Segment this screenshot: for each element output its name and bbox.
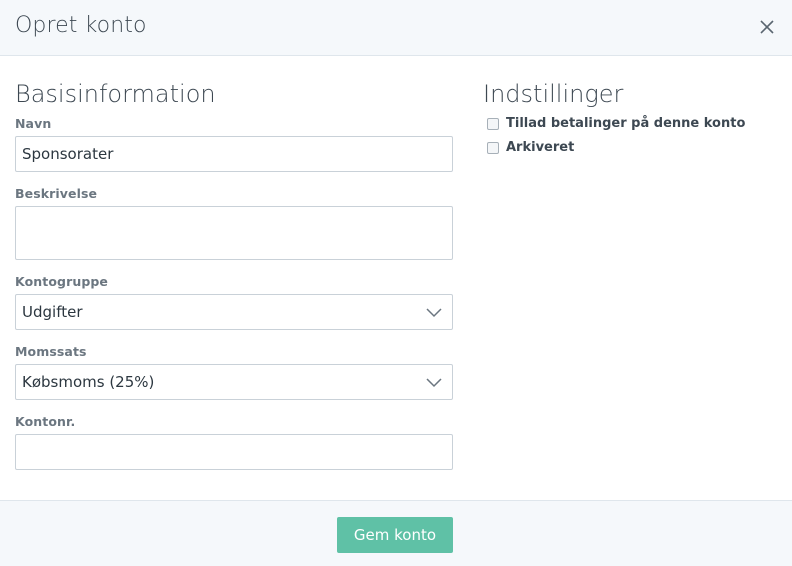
- create-account-dialog: Opret konto Basisinformation Navn Beskri…: [0, 0, 792, 566]
- vat-rate-select[interactable]: Købsmoms (25%): [15, 364, 453, 400]
- chevron-down-icon: [426, 376, 442, 388]
- basic-info-heading: Basisinformation: [15, 80, 216, 108]
- dialog-footer: Gem konto: [0, 500, 792, 566]
- vat-rate-label: Momssats: [15, 344, 87, 359]
- archived-checkbox[interactable]: [487, 142, 499, 154]
- account-group-label: Kontogruppe: [15, 274, 109, 289]
- account-group-value: Udgifter: [22, 303, 83, 321]
- close-icon: [760, 20, 774, 34]
- allow-payments-checkbox[interactable]: [487, 118, 499, 130]
- settings-heading: Indstillinger: [483, 80, 624, 108]
- vat-rate-value: Købsmoms (25%): [22, 373, 155, 391]
- name-input[interactable]: [15, 136, 453, 172]
- description-label: Beskrivelse: [15, 186, 98, 201]
- account-number-label: Kontonr.: [15, 414, 76, 429]
- close-button[interactable]: [756, 16, 778, 38]
- dialog-title: Opret konto: [15, 13, 147, 38]
- dialog-header: Opret konto: [0, 0, 792, 56]
- account-group-select[interactable]: Udgifter: [15, 294, 453, 330]
- save-account-button[interactable]: Gem konto: [337, 517, 453, 553]
- chevron-down-icon: [426, 306, 442, 318]
- archived-label: Arkiveret: [506, 140, 575, 155]
- account-number-input[interactable]: [15, 434, 453, 470]
- name-label: Navn: [15, 116, 52, 131]
- allow-payments-label: Tillad betalinger på denne konto: [506, 116, 746, 131]
- description-textarea[interactable]: [15, 206, 453, 260]
